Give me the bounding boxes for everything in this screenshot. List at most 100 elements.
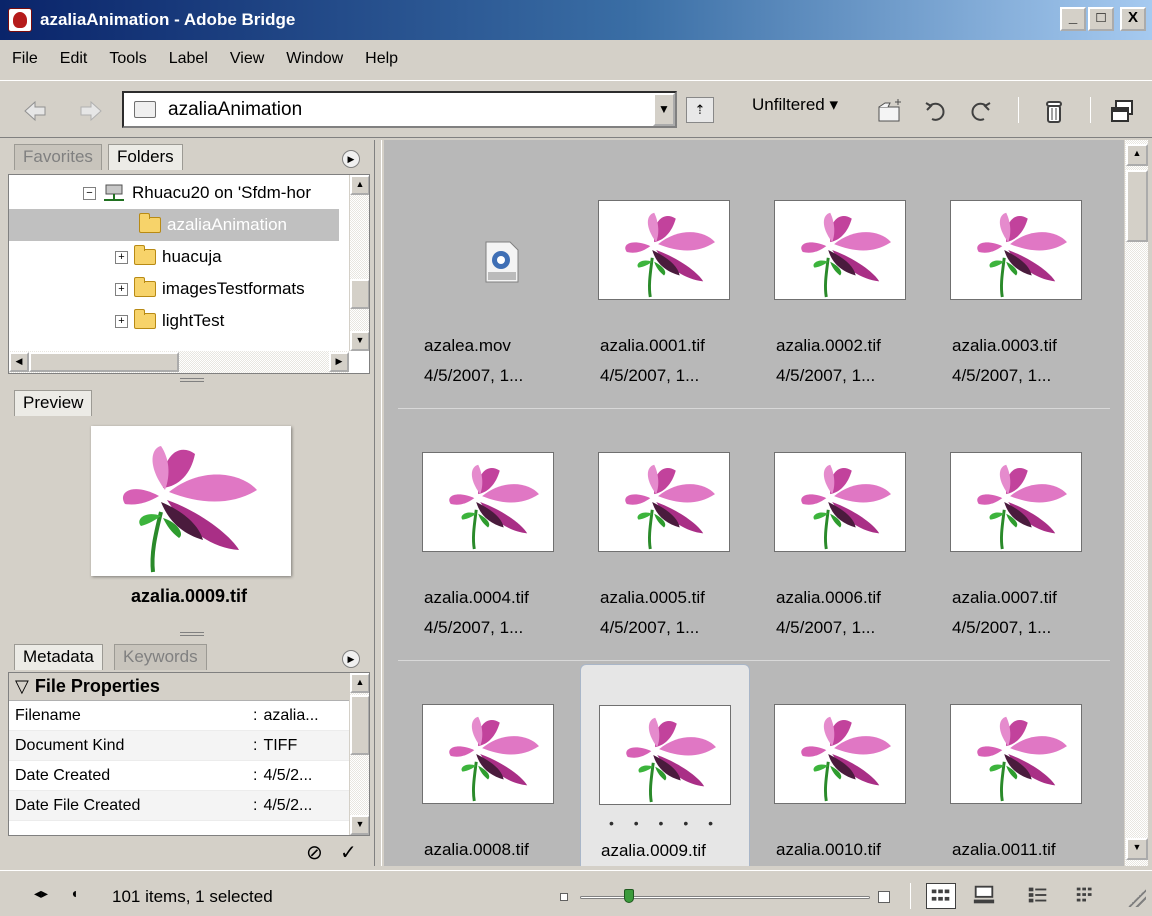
panel-menu-icon[interactable]: ▶	[342, 650, 360, 668]
thumbnail-cell[interactable]: azalia.0001.tif 4/5/2007, 1...	[580, 160, 750, 390]
menu-view[interactable]: View	[230, 50, 264, 68]
small-thumbnail-icon[interactable]	[560, 893, 568, 901]
thumbnail-image[interactable]	[950, 200, 1082, 300]
tree-item-lighttest[interactable]: + lightTest	[9, 305, 339, 337]
scroll-down-button[interactable]: ▼	[350, 815, 369, 835]
folder-icon	[139, 213, 161, 233]
tab-favorites[interactable]: Favorites	[14, 144, 102, 170]
thumbnail-image[interactable]	[774, 704, 906, 804]
rotate-clockwise-icon[interactable]	[966, 97, 994, 125]
path-dropdown-button[interactable]: ▼	[653, 93, 675, 126]
movie-file-icon[interactable]	[484, 240, 520, 284]
panel-menu-icon[interactable]: ▶	[342, 150, 360, 168]
scroll-up-button[interactable]: ▲	[1126, 144, 1148, 166]
tree-item-azaliaanimation[interactable]: azaliaAnimation	[9, 209, 339, 241]
resize-grip-icon[interactable]	[1128, 889, 1146, 907]
tree-item-huacuja[interactable]: + huacuja	[9, 241, 339, 273]
filter-menu[interactable]: Unfiltered ▾	[752, 95, 838, 115]
scroll-up-button[interactable]: ▲	[350, 175, 369, 195]
apply-edit-icon[interactable]: ✓	[340, 840, 357, 865]
pane-divider[interactable]	[374, 140, 382, 866]
thumbnails-view-icon[interactable]	[926, 883, 956, 909]
go-up-folder-icon[interactable]: ⇡	[686, 97, 714, 123]
content-vertical-scrollbar[interactable]: ▲ ▼	[1124, 140, 1148, 866]
tab-keywords[interactable]: Keywords	[114, 644, 207, 670]
folders-vertical-scrollbar[interactable]: ▲ ▼	[349, 175, 369, 351]
rotate-counterclockwise-icon[interactable]	[922, 97, 950, 125]
slider-knob[interactable]	[624, 889, 635, 903]
filmstrip-view-icon[interactable]	[970, 883, 1000, 909]
metadata-key: Document Kind	[15, 736, 125, 754]
thumbnail-image[interactable]	[950, 704, 1082, 804]
large-thumbnail-icon[interactable]	[878, 891, 890, 903]
menu-tools[interactable]: Tools	[109, 50, 146, 68]
expand-icon[interactable]: +	[115, 250, 128, 264]
maximize-button[interactable]: □	[1088, 7, 1114, 31]
close-button[interactable]: X	[1120, 7, 1146, 31]
folders-horizontal-scrollbar[interactable]: ◀ ▶	[9, 351, 349, 373]
metadata-vertical-scrollbar[interactable]: ▲ ▼	[349, 673, 369, 835]
menu-file[interactable]: File	[12, 50, 38, 68]
thumbnail-date: 4/5/2007, 1...	[424, 618, 524, 637]
thumbnail-image[interactable]	[422, 452, 554, 552]
compact-mode-icon[interactable]	[1108, 97, 1136, 125]
thumbnail-image[interactable]	[599, 705, 731, 805]
scroll-thumb[interactable]	[29, 352, 179, 372]
cancel-edit-icon[interactable]: ⊘	[306, 840, 323, 865]
details-view-icon[interactable]	[1024, 883, 1054, 909]
scroll-thumb[interactable]	[350, 695, 369, 755]
thumbnail-cell[interactable]: azalia.0004.tif 4/5/2007, 1...	[404, 412, 574, 642]
panel-splitter[interactable]	[8, 376, 370, 384]
menu-help[interactable]: Help	[365, 50, 398, 68]
rating-dots[interactable]: • • • • •	[599, 815, 731, 831]
thumbnail-cell[interactable]: azalia.0011.tif	[932, 664, 1102, 866]
scroll-thumb[interactable]	[1126, 170, 1148, 242]
expand-icon[interactable]: +	[115, 282, 128, 296]
tree-item-imagestestformats[interactable]: + imagesTestformats	[9, 273, 339, 305]
thumbnail-cell[interactable]: azalia.0010.tif	[756, 664, 926, 866]
thumbnail-image[interactable]	[774, 452, 906, 552]
thumbnail-cell[interactable]: azalia.0003.tif 4/5/2007, 1...	[932, 160, 1102, 390]
menu-edit[interactable]: Edit	[60, 50, 88, 68]
new-folder-icon[interactable]	[876, 97, 904, 125]
menu-window[interactable]: Window	[286, 50, 343, 68]
thumbnail-cell[interactable]: azalia.0008.tif	[404, 664, 574, 866]
thumbnail-size-slider[interactable]	[560, 889, 890, 903]
expand-icon[interactable]: +	[115, 314, 128, 328]
scroll-down-button[interactable]: ▼	[350, 331, 369, 351]
thumbnail-image[interactable]	[598, 452, 730, 552]
minimize-button[interactable]: _	[1060, 7, 1086, 31]
tab-folders[interactable]: Folders	[108, 144, 183, 170]
thumbnail-cell[interactable]: azalea.mov 4/5/2007, 1...	[404, 160, 574, 390]
scroll-up-button[interactable]: ▲	[350, 673, 369, 693]
scroll-left-button[interactable]: ◀	[9, 352, 29, 372]
disclosure-triangle-icon[interactable]: ▽	[15, 676, 29, 697]
thumbnail-image[interactable]	[598, 200, 730, 300]
thumbnail-cell[interactable]: azalia.0005.tif 4/5/2007, 1...	[580, 412, 750, 642]
scroll-down-button[interactable]: ▼	[1126, 838, 1148, 860]
tree-item-server[interactable]: − Rhuacu20 on 'Sfdm-hor	[9, 177, 339, 209]
thumbnail-cell[interactable]: azalia.0002.tif 4/5/2007, 1...	[756, 160, 926, 390]
thumbnail-image[interactable]	[774, 200, 906, 300]
speaker-icon[interactable]: ◖	[70, 885, 78, 901]
scroll-thumb[interactable]	[350, 279, 369, 309]
thumbnail-cell[interactable]: • • • • • azalia.0009.tif	[580, 664, 750, 866]
thumbnail-date: 4/5/2007, 1...	[776, 366, 876, 385]
toggle-panels-icon[interactable]: ◂▸	[34, 885, 48, 902]
thumbnail-image[interactable]	[422, 704, 554, 804]
thumbnail-image[interactable]	[950, 452, 1082, 552]
thumbnail-cell[interactable]: azalia.0007.tif 4/5/2007, 1...	[932, 412, 1102, 642]
panel-splitter[interactable]	[8, 630, 370, 638]
collapse-icon[interactable]: −	[83, 186, 96, 200]
menu-label[interactable]: Label	[169, 50, 208, 68]
path-combo[interactable]: azaliaAnimation ▼	[122, 91, 677, 128]
file-properties-header[interactable]: ▽ File Properties	[9, 673, 369, 701]
tab-metadata[interactable]: Metadata	[14, 644, 103, 670]
back-arrow-icon[interactable]	[22, 98, 48, 124]
forward-arrow-icon[interactable]	[78, 98, 104, 124]
trash-icon[interactable]	[1040, 97, 1068, 125]
tab-preview[interactable]: Preview	[14, 390, 93, 416]
scroll-right-button[interactable]: ▶	[329, 352, 349, 372]
versions-view-icon[interactable]	[1072, 883, 1102, 909]
thumbnail-cell[interactable]: azalia.0006.tif 4/5/2007, 1...	[756, 412, 926, 642]
